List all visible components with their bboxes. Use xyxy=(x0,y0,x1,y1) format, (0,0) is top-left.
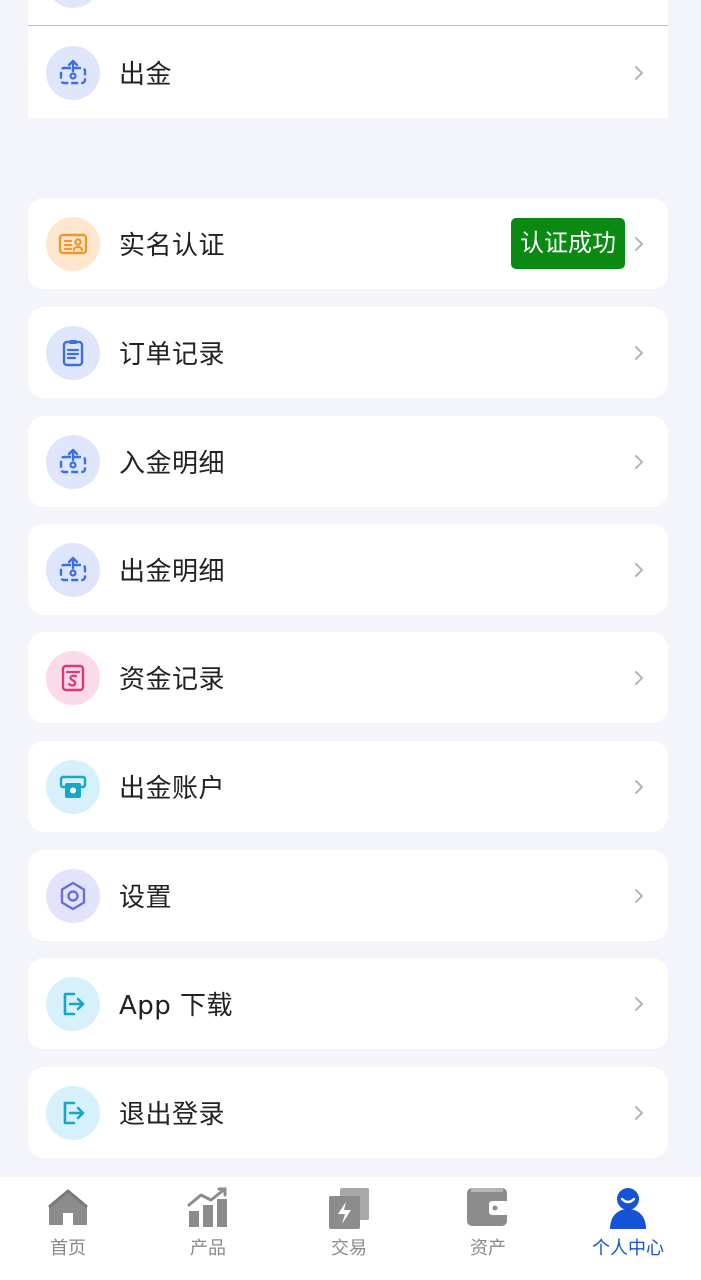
user-icon xyxy=(605,1185,651,1231)
tab-products[interactable]: 产品 xyxy=(138,1177,278,1267)
chevron-right-icon xyxy=(632,562,646,577)
divider xyxy=(28,25,668,26)
chevron-right-icon xyxy=(632,888,646,903)
menu-item-label: 退出登录 xyxy=(119,1100,226,1130)
menu-item-fund-records[interactable]: 资金记录 xyxy=(28,632,668,723)
withdraw-icon xyxy=(46,542,100,597)
menu-item-verify[interactable]: 实名认证 认证成功 xyxy=(28,198,668,289)
menu-item-label: 出金账户 xyxy=(119,774,226,804)
menu-item-deposit-details[interactable]: 入金明细 xyxy=(28,416,668,507)
partial-icon-circle xyxy=(46,0,100,8)
tab-label: 产品 xyxy=(190,1238,226,1259)
menu-item-label: App 下载 xyxy=(119,991,234,1021)
exit-arrow-icon xyxy=(46,1085,100,1140)
money-record-icon xyxy=(46,650,100,705)
cash-icon xyxy=(46,759,100,814)
menu-item-label: 实名认证 xyxy=(119,231,226,261)
home-icon xyxy=(45,1185,91,1231)
chevron-right-icon xyxy=(632,779,646,794)
trade-icon xyxy=(326,1185,372,1231)
bottom-tab-bar: 首页 产品 交易 资产 个人中心 xyxy=(0,1177,701,1280)
id-card-icon xyxy=(46,216,100,271)
chevron-right-icon xyxy=(632,670,646,685)
menu-item-app-download[interactable]: App 下载 xyxy=(28,958,668,1049)
menu-item-logout[interactable]: 退出登录 xyxy=(28,1067,668,1158)
chevron-right-icon xyxy=(632,996,646,1011)
withdraw-icon xyxy=(46,45,100,100)
tab-label: 首页 xyxy=(50,1238,86,1259)
chevron-right-icon xyxy=(632,345,646,360)
chevron-right-icon xyxy=(632,236,646,251)
chevron-right-icon xyxy=(632,454,646,469)
withdraw-card: 出金 xyxy=(28,0,668,118)
clipboard-icon xyxy=(46,325,100,380)
tab-label: 交易 xyxy=(331,1238,367,1259)
menu-item-label: 出金明细 xyxy=(119,557,226,587)
deposit-icon xyxy=(46,434,100,489)
menu-item-label: 设置 xyxy=(119,883,173,913)
tab-assets[interactable]: 资产 xyxy=(418,1177,558,1267)
menu-item-withdraw-account[interactable]: 出金账户 xyxy=(28,741,668,832)
tab-profile[interactable]: 个人中心 xyxy=(558,1177,698,1267)
chevron-right-icon xyxy=(632,65,646,80)
menu-item-label: 资金记录 xyxy=(119,665,226,695)
tab-label: 个人中心 xyxy=(592,1238,664,1259)
menu-item-label: 订单记录 xyxy=(119,340,226,370)
menu-item-label: 出金 xyxy=(119,60,173,90)
menu-item-withdraw[interactable]: 出金 xyxy=(28,27,668,118)
menu-item-settings[interactable]: 设置 xyxy=(28,850,668,941)
tab-home[interactable]: 首页 xyxy=(0,1177,138,1267)
menu-item-withdraw-details[interactable]: 出金明细 xyxy=(28,524,668,615)
status-badge: 认证成功 xyxy=(511,218,625,269)
tab-label: 资产 xyxy=(470,1238,506,1259)
menu-item-label: 入金明细 xyxy=(119,449,226,479)
bar-chart-icon xyxy=(185,1185,231,1231)
exit-arrow-icon xyxy=(46,976,100,1031)
menu-item-orders[interactable]: 订单记录 xyxy=(28,307,668,398)
chevron-right-icon xyxy=(632,1105,646,1120)
gear-icon xyxy=(46,868,100,923)
tab-trade[interactable]: 交易 xyxy=(279,1177,419,1267)
wallet-icon xyxy=(465,1185,511,1231)
